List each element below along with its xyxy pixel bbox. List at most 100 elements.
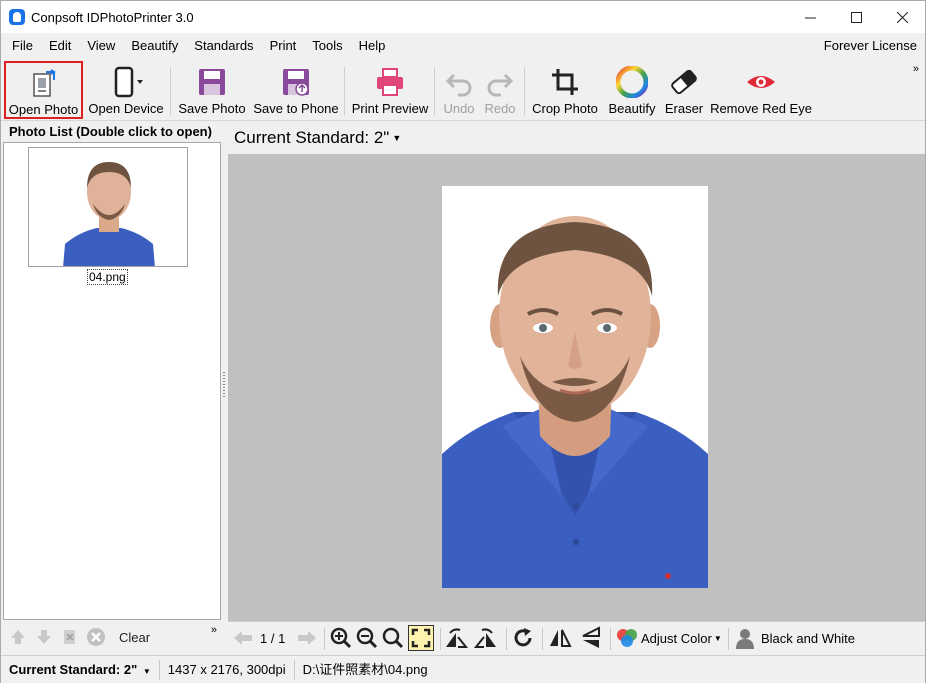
- print-preview-button[interactable]: Print Preview: [351, 61, 429, 119]
- redo-icon: [487, 73, 514, 97]
- print-preview-label: Print Preview: [351, 101, 429, 116]
- chevron-down-icon: ▼: [392, 133, 402, 143]
- zoom-out-icon: [356, 627, 378, 649]
- chevron-down-icon: ▼: [713, 633, 722, 643]
- toolbar-divider: [506, 628, 507, 650]
- zoom-in-icon: [330, 627, 352, 649]
- menu-tools[interactable]: Tools: [304, 34, 350, 58]
- black-and-white-button[interactable]: Black and White: [734, 626, 855, 650]
- view-toolbar: 1 / 1 Adjust Color ▼ Black and White: [228, 621, 925, 653]
- refresh-icon: [514, 628, 532, 647]
- license-label[interactable]: Forever License: [824, 34, 917, 58]
- delete-file-icon: [64, 630, 75, 644]
- toolbar-divider: [324, 628, 325, 650]
- status-bar: Current Standard: 2" ▼ 1437 x 2176, 300d…: [1, 655, 925, 683]
- app-logo-icon: [9, 9, 25, 25]
- menu-standards[interactable]: Standards: [186, 34, 261, 58]
- eraser-icon: [671, 69, 697, 95]
- toolbar-overflow-button[interactable]: »: [913, 63, 919, 75]
- chevron-down-icon: ▼: [142, 666, 151, 676]
- photo-list-header: Photo List (Double click to open): [3, 122, 221, 142]
- status-standard-text: Current Standard: 2": [9, 661, 138, 677]
- open-photo-button[interactable]: Open Photo: [4, 61, 83, 119]
- thumbnail-portrait-image: [29, 148, 187, 266]
- maximize-button[interactable]: [833, 1, 879, 33]
- crop-photo-button[interactable]: Crop Photo: [530, 61, 600, 119]
- window-title: Conpsoft IDPhotoPrinter 3.0: [31, 9, 194, 25]
- eraser-label: Eraser: [664, 101, 704, 116]
- open-device-label: Open Device: [88, 101, 164, 116]
- move-down-button[interactable]: [33, 626, 55, 648]
- open-device-button[interactable]: Open Device: [87, 61, 165, 119]
- remove-red-eye-label: Remove Red Eye: [710, 101, 812, 116]
- fit-to-window-button[interactable]: [408, 625, 434, 651]
- close-icon: [896, 11, 908, 23]
- flip-vertical-icon: [582, 626, 600, 648]
- person-icon: [736, 629, 754, 649]
- red-eye-icon: [747, 76, 775, 88]
- status-standard[interactable]: Current Standard: 2" ▼: [1, 659, 160, 680]
- crop-photo-label: Crop Photo: [532, 101, 598, 116]
- menu-help[interactable]: Help: [351, 34, 394, 58]
- menu-file[interactable]: File: [1, 34, 41, 58]
- beautify-button[interactable]: Beautify: [606, 61, 658, 119]
- photo-thumbnail[interactable]: [28, 147, 188, 267]
- toolbar-divider: [434, 67, 435, 115]
- clear-button[interactable]: Clear: [119, 630, 150, 645]
- save-photo-label: Save Photo: [178, 101, 246, 116]
- standard-selector[interactable]: Current Standard: 2" ▼: [228, 122, 925, 154]
- rotate-right-button[interactable]: [474, 626, 498, 650]
- redo-button[interactable]: Redo: [482, 61, 518, 119]
- thumbnail-filename[interactable]: 04.png: [87, 269, 128, 285]
- list-toolbar-overflow-button[interactable]: »: [211, 624, 217, 636]
- window-controls: [787, 1, 925, 33]
- status-image-info: 1437 x 2176, 300dpi: [160, 659, 295, 680]
- rotate-button[interactable]: [512, 626, 534, 650]
- color-wheel-icon: [616, 66, 648, 98]
- undo-button[interactable]: Undo: [441, 61, 477, 119]
- menu-print[interactable]: Print: [262, 34, 305, 58]
- remove-button[interactable]: [85, 626, 107, 648]
- save-icon: [199, 69, 225, 95]
- photo-list: 04.png: [3, 142, 221, 620]
- save-photo-button[interactable]: Save Photo: [177, 61, 247, 119]
- id-photo[interactable]: [442, 186, 708, 588]
- previous-page-button[interactable]: [232, 626, 254, 650]
- app-window: Conpsoft IDPhotoPrinter 3.0 File Edit Vi…: [0, 0, 926, 683]
- minimize-button[interactable]: [787, 1, 833, 33]
- flip-horizontal-icon: [550, 629, 572, 647]
- maximize-icon: [850, 11, 862, 23]
- rotate-left-icon: [446, 628, 468, 648]
- rotate-left-button[interactable]: [444, 626, 468, 650]
- close-button[interactable]: [879, 1, 925, 33]
- delete-file-button[interactable]: [59, 626, 81, 648]
- panel-splitter[interactable]: [221, 122, 227, 652]
- menu-view[interactable]: View: [79, 34, 123, 58]
- flip-vertical-button[interactable]: [580, 626, 602, 650]
- menu-edit[interactable]: Edit: [41, 34, 79, 58]
- crop-icon: [552, 69, 578, 95]
- toolbar-divider: [344, 67, 345, 115]
- toolbar-divider: [524, 67, 525, 115]
- main-toolbar: Open Photo Open Device Save Photo Save t…: [1, 59, 925, 121]
- photo-list-toolbar: Clear »: [3, 622, 221, 652]
- eraser-button[interactable]: Eraser: [662, 61, 706, 119]
- toolbar-divider: [610, 628, 611, 650]
- status-file-path: D:\证件照素材\04.png: [302, 661, 428, 677]
- photo-canvas[interactable]: [228, 154, 925, 621]
- next-page-button[interactable]: [296, 626, 318, 650]
- remove-red-eye-button[interactable]: Remove Red Eye: [710, 61, 812, 119]
- zoom-out-button[interactable]: [356, 626, 378, 650]
- magnifier-icon: [382, 627, 404, 649]
- undo-label: Undo: [443, 101, 475, 116]
- actual-size-button[interactable]: [382, 626, 404, 650]
- phone-icon: [114, 66, 143, 98]
- beautify-label: Beautify: [608, 101, 656, 116]
- flip-horizontal-button[interactable]: [548, 626, 572, 650]
- photo-list-panel: Photo List (Double click to open) 04.png: [3, 122, 221, 652]
- adjust-color-button[interactable]: Adjust Color ▼: [616, 626, 722, 650]
- menu-beautify[interactable]: Beautify: [123, 34, 186, 58]
- zoom-in-button[interactable]: [330, 626, 352, 650]
- save-to-phone-button[interactable]: Save to Phone: [253, 61, 339, 119]
- move-up-button[interactable]: [7, 626, 29, 648]
